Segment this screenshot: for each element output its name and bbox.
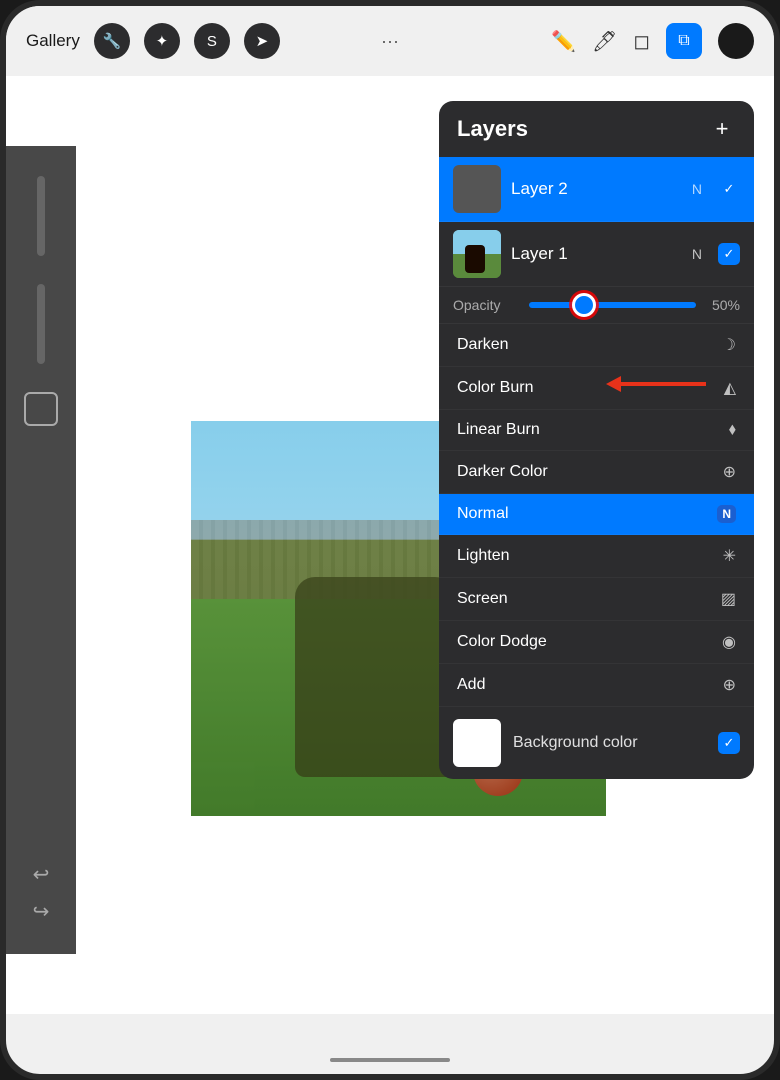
blend-mode-color-dodge[interactable]: Color Dodge ◉ — [439, 621, 754, 664]
sidebar-bottom: ↩ ↪ — [33, 862, 50, 924]
blend-mode-darken-label: Darken — [457, 336, 509, 354]
color-dodge-icon: ◉ — [722, 632, 736, 652]
blend-mode-darker-color[interactable]: Darker Color ⊕ — [439, 451, 754, 494]
add-icon: ⊕ — [723, 675, 736, 695]
blend-mode-normal-label: Normal — [457, 505, 509, 523]
opacity-row: Opacity 50% — [439, 287, 754, 324]
top-bar: Gallery 🔧 ✦ S ➤ ··· ✏️ 🖊 ◻ ⧉ — [6, 6, 774, 76]
smudge-icon[interactable]: S — [194, 23, 230, 59]
brush-size-slider[interactable] — [37, 176, 45, 256]
wrench-icon[interactable]: 🔧 — [94, 23, 130, 59]
layer-1-mode: N — [692, 246, 702, 262]
gallery-button[interactable]: Gallery — [26, 31, 80, 51]
background-color-label: Background color — [513, 734, 706, 752]
blend-mode-linear-burn-label: Linear Burn — [457, 421, 540, 439]
blend-mode-darker-color-label: Darker Color — [457, 463, 548, 481]
opacity-slider[interactable] — [529, 302, 696, 308]
color-burn-icon: ◭ — [724, 378, 736, 398]
pen-icon[interactable]: ✏️ — [551, 29, 576, 54]
opacity-value: 50% — [712, 297, 740, 313]
device-frame: Gallery 🔧 ✦ S ➤ ··· ✏️ 🖊 ◻ ⧉ ↩ — [0, 0, 780, 1080]
layers-button[interactable]: ⧉ — [666, 23, 702, 59]
redo-icon[interactable]: ↪ — [33, 899, 50, 924]
arrow-icon[interactable]: ➤ — [244, 23, 280, 59]
color-picker[interactable] — [718, 23, 754, 59]
linear-burn-icon: ⬧ — [729, 421, 736, 439]
home-indicator — [330, 1058, 450, 1062]
blend-mode-add[interactable]: Add ⊕ — [439, 664, 754, 707]
background-color-checkbox[interactable]: ✓ — [718, 732, 740, 754]
lighten-icon: ✳ — [723, 546, 736, 566]
eraser-icon[interactable]: ◻ — [633, 29, 650, 54]
blend-mode-linear-burn[interactable]: Linear Burn ⬧ — [439, 410, 754, 451]
layers-title: Layers — [457, 116, 528, 142]
layers-header: Layers + — [439, 101, 754, 157]
blend-mode-add-label: Add — [457, 676, 485, 694]
magic-icon[interactable]: ✦ — [144, 23, 180, 59]
dog-figure — [295, 577, 455, 777]
darker-color-icon: ⊕ — [723, 462, 736, 482]
background-color-row[interactable]: Background color ✓ — [439, 707, 754, 779]
undo-icon[interactable]: ↩ — [33, 862, 50, 887]
layer-2-checkbox[interactable]: ✓ — [718, 178, 740, 200]
blend-mode-color-burn-label: Color Burn — [457, 379, 533, 397]
blend-mode-lighten[interactable]: Lighten ✳ — [439, 535, 754, 578]
more-dots[interactable]: ··· — [381, 31, 399, 52]
normal-icon: N — [717, 505, 736, 523]
add-layer-button[interactable]: + — [708, 115, 736, 143]
layer-item-1[interactable]: Layer 1 N ✓ — [439, 222, 754, 287]
sidebar: ↩ ↪ — [6, 146, 76, 954]
nib-icon[interactable]: 🖊 — [592, 29, 617, 54]
blend-mode-screen[interactable]: Screen ▨ — [439, 578, 754, 621]
top-bar-center: ··· — [381, 31, 399, 52]
layer-1-thumb — [453, 230, 501, 278]
blend-mode-darken[interactable]: Darken ☽ — [439, 324, 754, 367]
background-color-swatch[interactable] — [453, 719, 501, 767]
layers-panel: Layers + Layer 2 N ✓ Layer 1 N ✓ Opacity — [439, 101, 754, 779]
layer-2-thumb — [453, 165, 501, 213]
annotation-arrow — [596, 364, 716, 409]
darken-icon: ☽ — [722, 335, 736, 355]
opacity-sidebar-slider[interactable] — [37, 284, 45, 364]
blend-mode-normal[interactable]: Normal N — [439, 494, 754, 535]
opacity-thumb[interactable] — [572, 293, 596, 317]
top-bar-left: Gallery 🔧 ✦ S ➤ — [26, 23, 280, 59]
top-bar-right: ✏️ 🖊 ◻ ⧉ — [551, 23, 754, 59]
screen-icon: ▨ — [721, 589, 736, 609]
layer-1-name: Layer 1 — [511, 244, 682, 264]
layer-1-checkbox[interactable]: ✓ — [718, 243, 740, 265]
transform-tool[interactable] — [24, 392, 58, 426]
blend-mode-lighten-label: Lighten — [457, 547, 510, 565]
blend-mode-screen-label: Screen — [457, 590, 508, 608]
layer-2-name: Layer 2 — [511, 179, 682, 199]
layer-item-2[interactable]: Layer 2 N ✓ — [439, 157, 754, 222]
blend-mode-color-dodge-label: Color Dodge — [457, 633, 547, 651]
opacity-label: Opacity — [453, 297, 513, 313]
layer-2-mode: N — [692, 181, 702, 197]
